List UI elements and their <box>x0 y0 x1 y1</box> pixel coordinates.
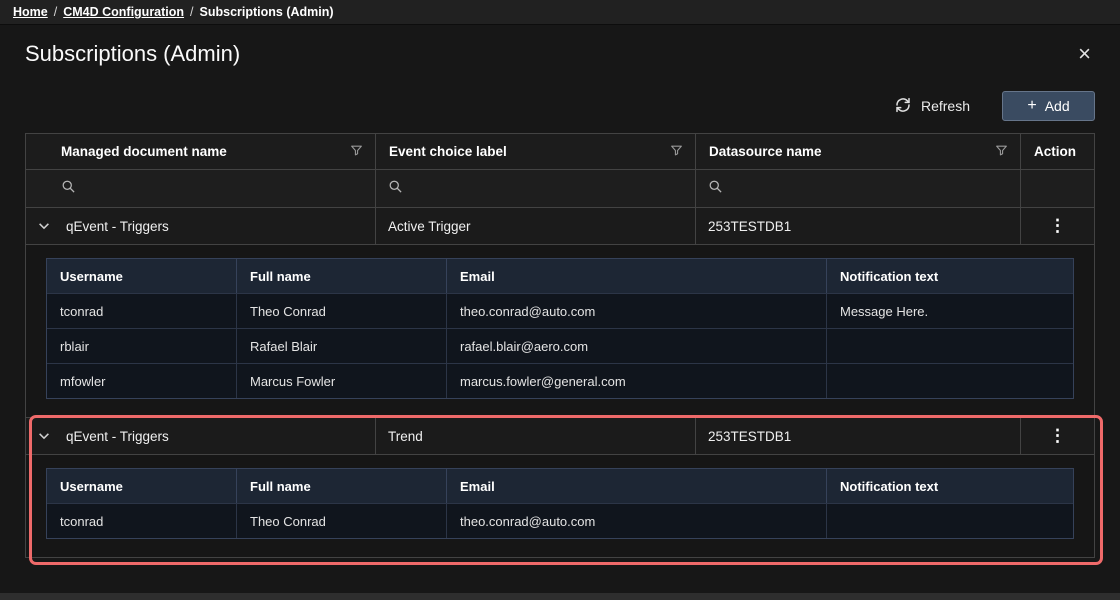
search-icon <box>61 179 76 199</box>
breadcrumb-separator: / <box>54 5 57 19</box>
datasource-name: 253TESTDB1 <box>696 418 1021 454</box>
kebab-menu-icon[interactable]: ⋮ <box>1043 216 1072 236</box>
subscriber-column-full-name: Full name <box>237 259 447 293</box>
managed-document-name: qEvent - Triggers <box>66 219 169 234</box>
page-body: Subscriptions (Admin) × Refresh + Add <box>0 41 1120 558</box>
filter-cell-action <box>1021 170 1094 207</box>
filter-row <box>26 169 1094 207</box>
breadcrumb: Home / CM4D Configuration / Subscription… <box>0 0 1120 25</box>
chevron-down-icon[interactable] <box>37 429 51 443</box>
table-header-row: Managed document name Event choice label… <box>26 134 1094 169</box>
window-bottom-edge <box>0 593 1120 600</box>
add-button-label: Add <box>1045 98 1070 114</box>
filter-cell-managed-document-name <box>26 170 376 207</box>
event-choice-label: Trend <box>376 418 696 454</box>
subscriber-full-name: Rafael Blair <box>237 329 447 363</box>
chevron-down-icon[interactable] <box>37 219 51 233</box>
table-row[interactable]: qEvent - Triggers Trend 253TESTDB1 ⋮ <box>26 417 1094 454</box>
managed-document-name: qEvent - Triggers <box>66 429 169 444</box>
subscriber-full-name: Marcus Fowler <box>237 364 447 398</box>
subscriber-column-full-name: Full name <box>237 469 447 503</box>
subscriber-full-name: Theo Conrad <box>237 504 447 538</box>
column-header-managed-document-name: Managed document name <box>26 134 376 169</box>
subscriber-notification-text <box>827 364 1073 398</box>
column-header-label: Managed document name <box>61 144 227 159</box>
subscriber-email: marcus.fowler@general.com <box>447 364 827 398</box>
subscriptions-table: Managed document name Event choice label… <box>25 133 1095 558</box>
kebab-menu-icon[interactable]: ⋮ <box>1043 426 1072 446</box>
refresh-button-label: Refresh <box>921 98 970 114</box>
subscription-group-1: qEvent - Triggers Active Trigger 253TEST… <box>26 207 1094 417</box>
column-header-event-choice-label: Event choice label <box>376 134 696 169</box>
subscriber-username: tconrad <box>47 294 237 328</box>
action-cell: ⋮ <box>1021 208 1094 244</box>
subscribers-table: Username Full name Email Notification te… <box>46 468 1074 539</box>
filter-funnel-icon[interactable] <box>670 144 683 160</box>
subscriber-email: theo.conrad@auto.com <box>447 294 827 328</box>
list-item: rblair Rafael Blair rafael.blair@aero.co… <box>47 328 1073 363</box>
subscriber-username: mfowler <box>47 364 237 398</box>
breadcrumb-link-home[interactable]: Home <box>13 5 48 19</box>
column-header-label: Event choice label <box>389 144 507 159</box>
subscribers-header-row: Username Full name Email Notification te… <box>47 469 1073 503</box>
subscriber-column-email: Email <box>447 469 827 503</box>
toolbar: Refresh + Add <box>25 91 1095 121</box>
subscriber-column-username: Username <box>47 469 237 503</box>
datasource-name: 253TESTDB1 <box>696 208 1021 244</box>
column-header-action: Action <box>1021 134 1094 169</box>
filter-cell-event-choice-label <box>376 170 696 207</box>
title-row: Subscriptions (Admin) × <box>25 41 1095 67</box>
subscriber-username: tconrad <box>47 504 237 538</box>
list-item: mfowler Marcus Fowler marcus.fowler@gene… <box>47 363 1073 398</box>
group-cell-managed-document-name: qEvent - Triggers <box>26 418 376 454</box>
subscriber-column-username: Username <box>47 259 237 293</box>
page-title: Subscriptions (Admin) <box>25 41 240 67</box>
subscriber-column-email: Email <box>447 259 827 293</box>
subscriber-email: rafael.blair@aero.com <box>447 329 827 363</box>
filter-input-managed-document-name[interactable] <box>85 180 363 197</box>
filter-funnel-icon[interactable] <box>995 144 1008 160</box>
subscriber-full-name: Theo Conrad <box>237 294 447 328</box>
subscriber-column-notification-text: Notification text <box>827 469 1073 503</box>
column-header-label: Datasource name <box>709 144 822 159</box>
subscriber-email: theo.conrad@auto.com <box>447 504 827 538</box>
subscribers-detail-panel: Username Full name Email Notification te… <box>26 244 1094 417</box>
filter-input-event-choice-label[interactable] <box>412 180 683 197</box>
action-cell: ⋮ <box>1021 418 1094 454</box>
refresh-button[interactable]: Refresh <box>892 92 972 121</box>
refresh-icon <box>894 96 912 117</box>
list-item: tconrad Theo Conrad theo.conrad@auto.com… <box>47 293 1073 328</box>
filter-cell-datasource-name <box>696 170 1021 207</box>
breadcrumb-current-page: Subscriptions (Admin) <box>200 5 334 19</box>
event-choice-label: Active Trigger <box>376 208 696 244</box>
search-icon <box>388 179 403 199</box>
table-row[interactable]: qEvent - Triggers Active Trigger 253TEST… <box>26 207 1094 244</box>
subscriber-notification-text <box>827 329 1073 363</box>
close-icon[interactable]: × <box>1074 41 1095 67</box>
breadcrumb-separator: / <box>190 5 193 19</box>
breadcrumb-link-cm4d-configuration[interactable]: CM4D Configuration <box>63 5 184 19</box>
group-cell-managed-document-name: qEvent - Triggers <box>26 208 376 244</box>
add-button[interactable]: + Add <box>1002 91 1095 121</box>
list-item: tconrad Theo Conrad theo.conrad@auto.com <box>47 503 1073 538</box>
column-header-datasource-name: Datasource name <box>696 134 1021 169</box>
plus-icon: + <box>1027 98 1036 114</box>
subscriber-column-notification-text: Notification text <box>827 259 1073 293</box>
subscriber-notification-text: Message Here. <box>827 294 1073 328</box>
subscriber-username: rblair <box>47 329 237 363</box>
column-header-label: Action <box>1034 144 1076 159</box>
filter-funnel-icon[interactable] <box>350 144 363 160</box>
subscribers-detail-panel: Username Full name Email Notification te… <box>26 454 1094 557</box>
search-icon <box>708 179 723 199</box>
subscribers-table: Username Full name Email Notification te… <box>46 258 1074 399</box>
filter-input-datasource-name[interactable] <box>732 180 1008 197</box>
subscription-group-2: qEvent - Triggers Trend 253TESTDB1 ⋮ Use… <box>26 417 1094 557</box>
subscriber-notification-text <box>827 504 1073 538</box>
subscribers-header-row: Username Full name Email Notification te… <box>47 259 1073 293</box>
